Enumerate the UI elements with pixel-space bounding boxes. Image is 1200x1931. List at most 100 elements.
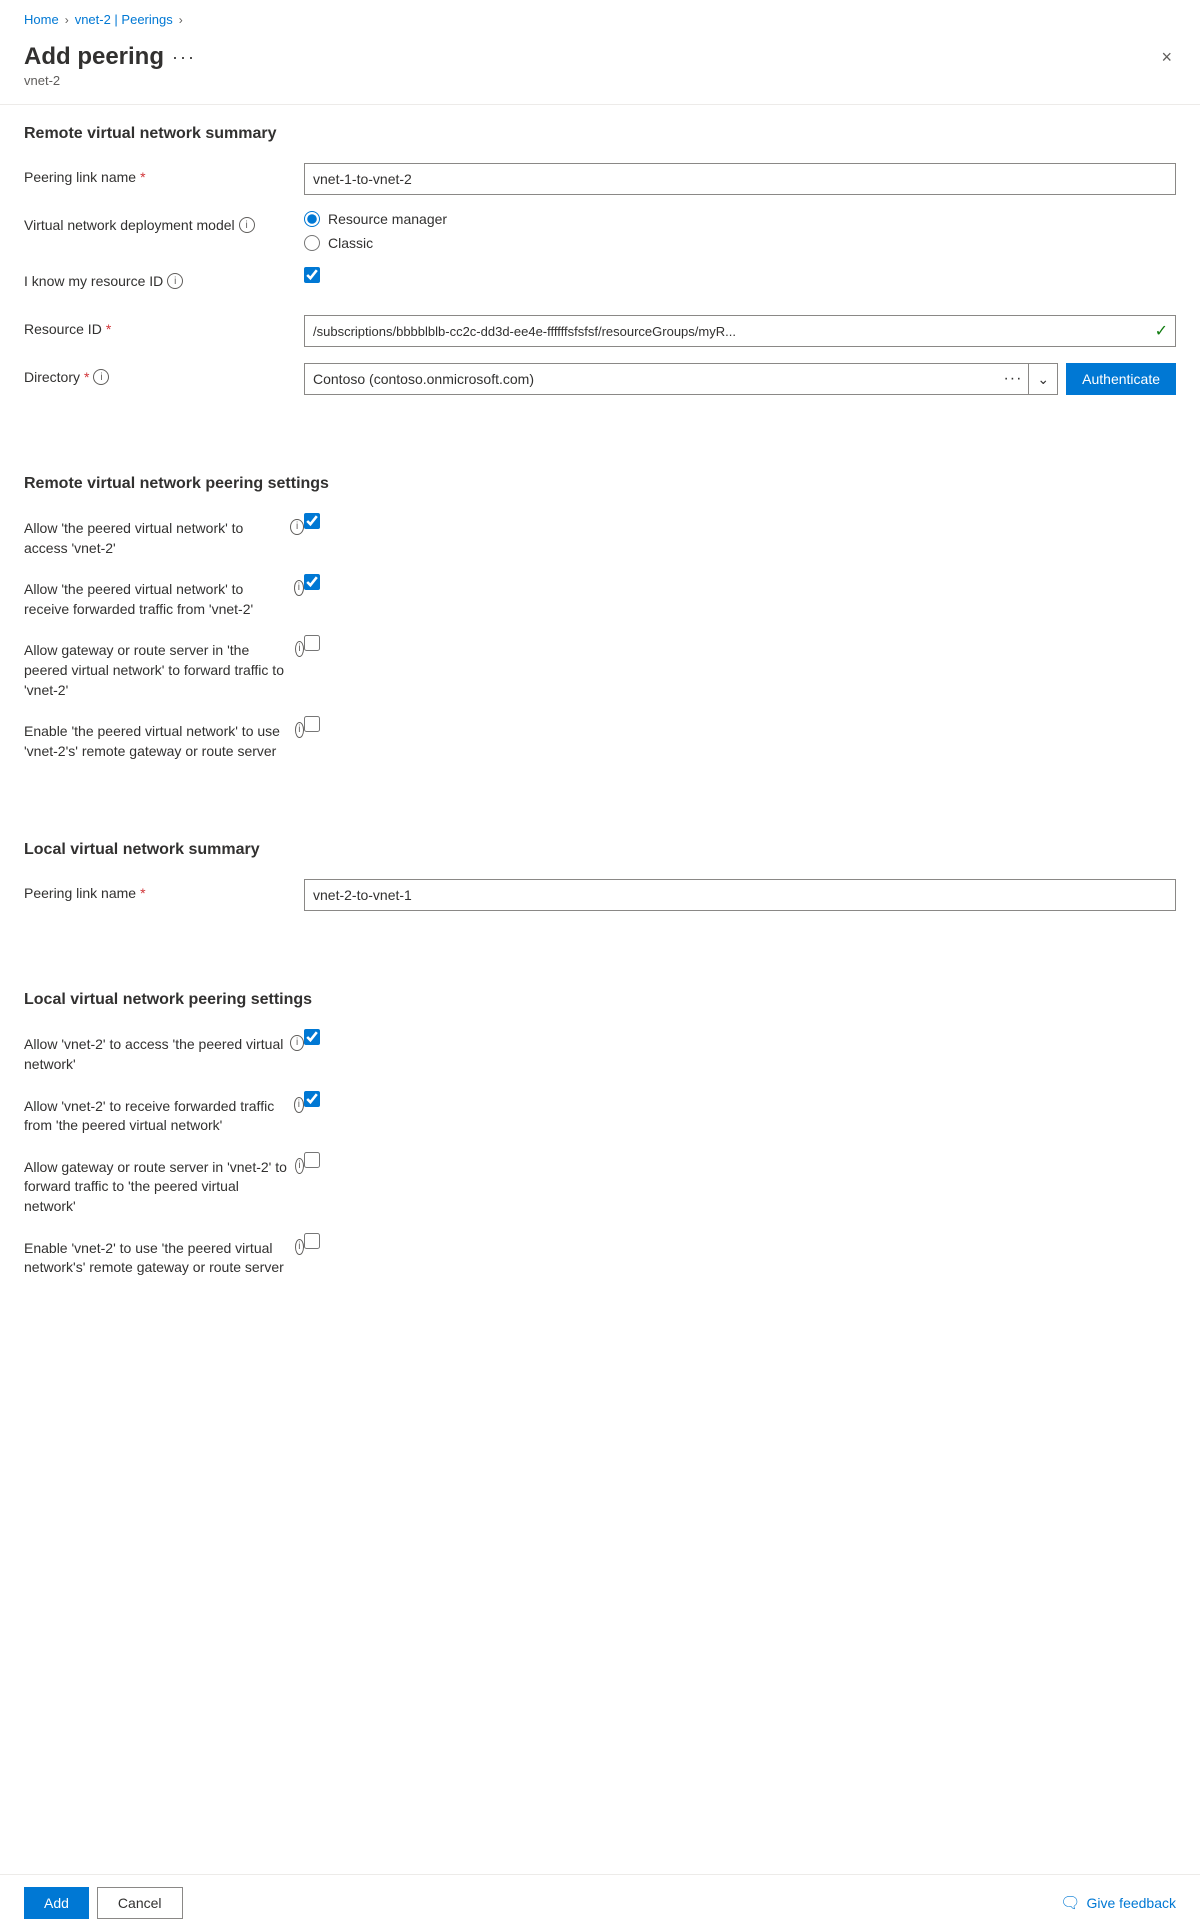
resource-id-checkbox-control (304, 267, 1176, 283)
breadcrumb-peerings[interactable]: vnet-2 | Peerings (75, 12, 173, 27)
give-feedback-link[interactable]: 🗨 Give feedback (1060, 1893, 1176, 1913)
resource-id-label: Resource ID * (24, 315, 304, 337)
remote-setting-3-row: Allow gateway or route server in 'the pe… (24, 635, 1176, 700)
remote-setting-2-control (304, 574, 1176, 590)
directory-required: * (84, 369, 89, 385)
deployment-model-control: Resource manager Classic (304, 211, 1176, 251)
local-setting-3-info-icon[interactable]: i (295, 1158, 304, 1174)
directory-value: Contoso (contoso.onmicrosoft.com) (305, 371, 997, 387)
local-required-marker: * (140, 885, 145, 901)
local-peering-settings-title: Local virtual network peering settings (24, 991, 1176, 1013)
deployment-model-info-icon[interactable]: i (239, 217, 255, 233)
remote-setting-3-label: Allow gateway or route server in 'the pe… (24, 635, 304, 700)
deployment-model-row: Virtual network deployment model i Resou… (24, 211, 1176, 251)
local-setting-1-info-icon[interactable]: i (290, 1035, 304, 1051)
directory-select[interactable]: Contoso (contoso.onmicrosoft.com) ··· ⌄ (304, 363, 1058, 395)
breadcrumb: Home › vnet-2 | Peerings › (0, 0, 1200, 35)
peering-link-name-row: Peering link name * (24, 163, 1176, 195)
directory-row: Directory * i Contoso (contoso.onmicroso… (24, 363, 1176, 395)
local-setting-2-checkbox[interactable] (304, 1091, 320, 1107)
directory-dots-icon[interactable]: ··· (997, 364, 1029, 394)
resource-id-control: ✓ (304, 315, 1176, 347)
radio-classic-input[interactable] (304, 235, 320, 251)
radio-resource-manager[interactable]: Resource manager (304, 211, 1176, 227)
remote-setting-4-checkbox[interactable] (304, 716, 320, 732)
remote-setting-2-label: Allow 'the peered virtual network' to re… (24, 574, 304, 619)
local-peering-link-name-row: Peering link name * (24, 879, 1176, 911)
remote-summary-title: Remote virtual network summary (24, 125, 1176, 147)
directory-control: Contoso (contoso.onmicrosoft.com) ··· ⌄ … (304, 363, 1176, 395)
local-setting-1-label: Allow 'vnet-2' to access 'the peered vir… (24, 1029, 304, 1074)
remote-setting-2-checkbox[interactable] (304, 574, 320, 590)
remote-setting-1-info-icon[interactable]: i (290, 519, 304, 535)
directory-row-inner: Contoso (contoso.onmicrosoft.com) ··· ⌄ … (304, 363, 1176, 395)
breadcrumb-home[interactable]: Home (24, 12, 59, 27)
peering-link-name-input[interactable] (304, 163, 1176, 195)
remote-setting-4-info-icon[interactable]: i (295, 722, 304, 738)
breadcrumb-sep-2: › (179, 13, 183, 27)
remote-peering-settings-title: Remote virtual network peering settings (24, 475, 1176, 497)
feedback-icon: 🗨 (1060, 1893, 1080, 1913)
local-setting-3-label: Allow gateway or route server in 'vnet-2… (24, 1152, 304, 1217)
local-setting-2-control (304, 1091, 1176, 1107)
add-button[interactable]: Add (24, 1887, 89, 1919)
resource-id-row: Resource ID * ✓ (24, 315, 1176, 347)
directory-info-icon[interactable]: i (93, 369, 109, 385)
remote-setting-1-label: Allow 'the peered virtual network' to ac… (24, 513, 304, 558)
remote-setting-3-checkbox[interactable] (304, 635, 320, 651)
peering-link-name-control (304, 163, 1176, 195)
remote-setting-4-control (304, 716, 1176, 732)
local-peering-link-name-control (304, 879, 1176, 911)
local-setting-2-info-icon[interactable]: i (294, 1097, 304, 1113)
local-setting-4-info-icon[interactable]: i (295, 1239, 304, 1255)
authenticate-button[interactable]: Authenticate (1066, 363, 1176, 395)
cancel-button[interactable]: Cancel (97, 1887, 183, 1919)
local-summary-title: Local virtual network summary (24, 841, 1176, 863)
resource-id-required: * (106, 321, 111, 337)
footer-actions: Add Cancel (24, 1887, 183, 1919)
remote-setting-4-row: Enable 'the peered virtual network' to u… (24, 716, 1176, 761)
footer-bar: Add Cancel 🗨 Give feedback (0, 1874, 1200, 1931)
local-setting-3-checkbox[interactable] (304, 1152, 320, 1168)
radio-classic-label: Classic (328, 235, 373, 251)
page-header: Add peering ··· vnet-2 × (0, 35, 1200, 105)
remote-peering-settings-section: Remote virtual network peering settings … (24, 475, 1176, 761)
radio-classic[interactable]: Classic (304, 235, 1176, 251)
resource-id-checkbox-info-icon[interactable]: i (167, 273, 183, 289)
radio-resource-manager-input[interactable] (304, 211, 320, 227)
resource-id-checkbox-input[interactable] (304, 267, 320, 283)
remote-setting-1-control (304, 513, 1176, 529)
more-options-icon[interactable]: ··· (172, 47, 196, 68)
local-summary-section: Local virtual network summary Peering li… (24, 841, 1176, 911)
local-setting-4-label: Enable 'vnet-2' to use 'the peered virtu… (24, 1233, 304, 1278)
deployment-model-label: Virtual network deployment model i (24, 211, 304, 233)
breadcrumb-sep-1: › (65, 13, 69, 27)
local-peering-link-name-input[interactable] (304, 879, 1176, 911)
resource-id-checkbox-label: I know my resource ID i (24, 267, 304, 289)
remote-setting-1-checkbox[interactable] (304, 513, 320, 529)
remote-setting-1-row: Allow 'the peered virtual network' to ac… (24, 513, 1176, 558)
local-setting-3-row: Allow gateway or route server in 'vnet-2… (24, 1152, 1176, 1217)
directory-chevron-icon[interactable]: ⌄ (1029, 364, 1057, 394)
remote-setting-2-row: Allow 'the peered virtual network' to re… (24, 574, 1176, 619)
local-setting-2-row: Allow 'vnet-2' to receive forwarded traf… (24, 1091, 1176, 1136)
local-setting-3-control (304, 1152, 1176, 1168)
local-setting-4-checkbox[interactable] (304, 1233, 320, 1249)
page-title: Add peering (24, 43, 164, 71)
directory-label: Directory * i (24, 363, 304, 385)
local-setting-1-checkbox[interactable] (304, 1029, 320, 1045)
remote-setting-2-info-icon[interactable]: i (294, 580, 304, 596)
local-setting-4-row: Enable 'vnet-2' to use 'the peered virtu… (24, 1233, 1176, 1278)
remote-setting-3-info-icon[interactable]: i (295, 641, 304, 657)
remote-setting-4-label: Enable 'the peered virtual network' to u… (24, 716, 304, 761)
feedback-label: Give feedback (1087, 1895, 1177, 1911)
resource-id-check-icon: ✓ (1155, 321, 1168, 341)
local-setting-1-row: Allow 'vnet-2' to access 'the peered vir… (24, 1029, 1176, 1074)
remote-setting-3-control (304, 635, 1176, 651)
required-marker: * (140, 169, 145, 185)
radio-resource-manager-label: Resource manager (328, 211, 447, 227)
local-peering-link-name-label: Peering link name * (24, 879, 304, 901)
local-setting-1-control (304, 1029, 1176, 1045)
resource-id-input[interactable] (304, 315, 1176, 347)
close-button[interactable]: × (1157, 43, 1176, 72)
